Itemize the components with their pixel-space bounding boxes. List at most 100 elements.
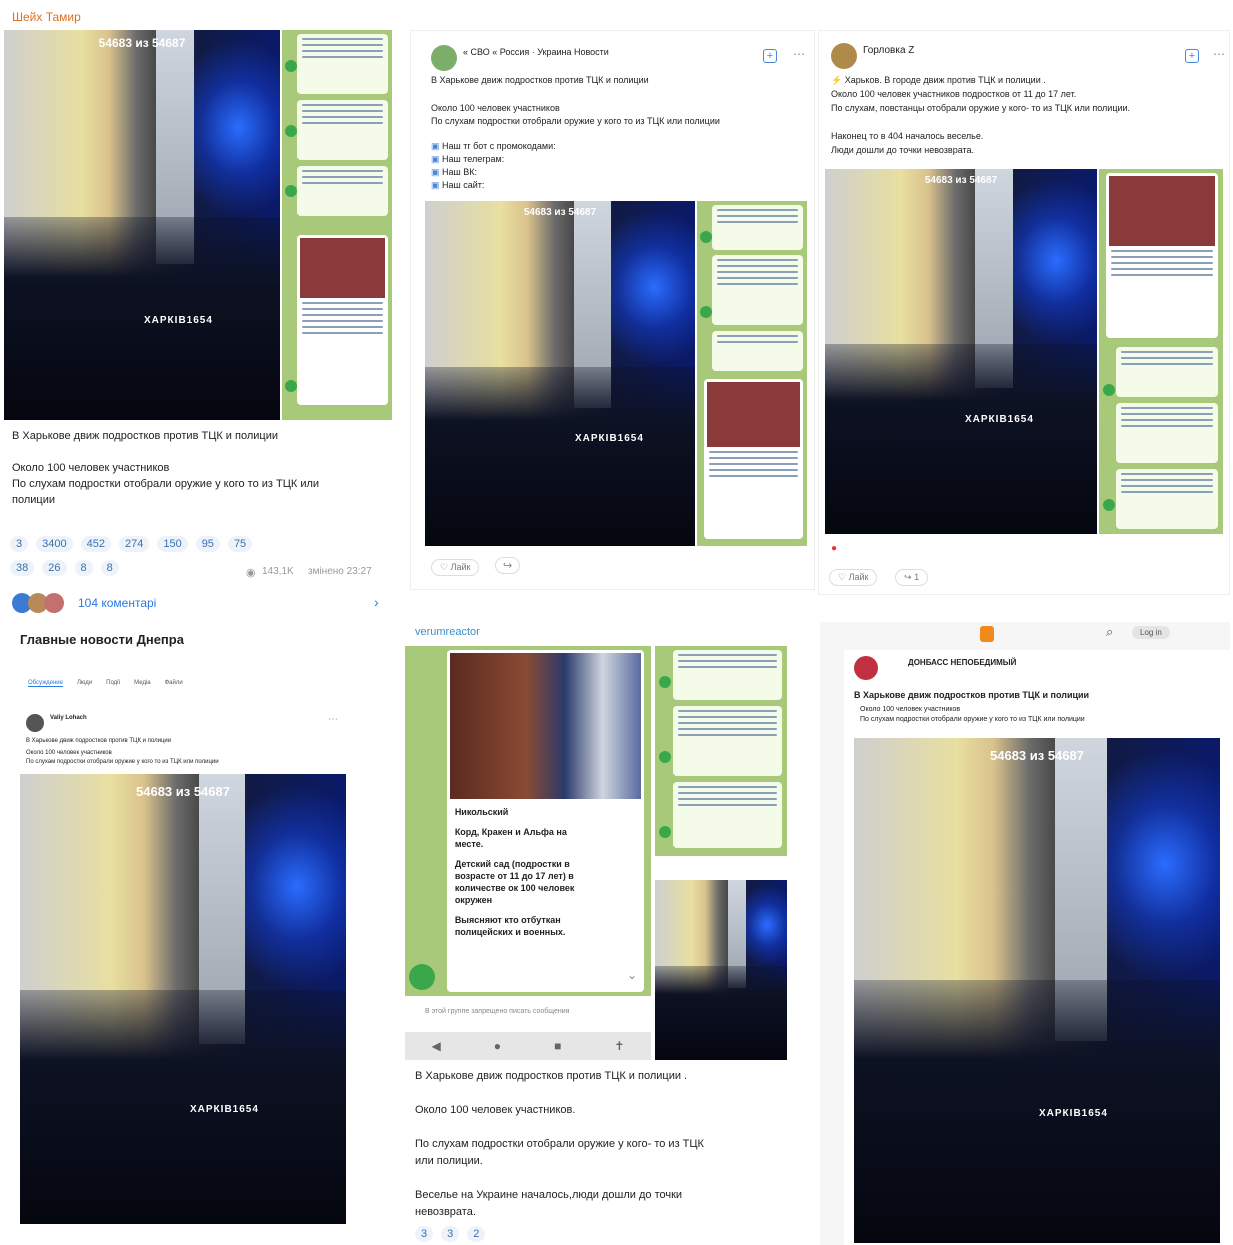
reaction-button[interactable]: 26 (42, 560, 67, 576)
post-line: По слухам подростки отобрали оружие у ко… (12, 478, 320, 490)
chat-screenshot: Никольский Корд, Кракен и Альфа на месте… (405, 646, 651, 996)
reaction-button[interactable]: 3 (10, 536, 29, 552)
like-button[interactable]: ♡ Лайк (431, 559, 480, 576)
more-icon[interactable]: ⋯ (793, 47, 805, 61)
heart-icon: ● (831, 543, 838, 554)
login-button[interactable]: Log in (1132, 626, 1170, 639)
photo-counter: 54683 из 54687 (523, 207, 597, 218)
add-icon[interactable]: + (763, 49, 777, 63)
tab[interactable]: Файли (165, 680, 183, 687)
like-button[interactable]: ♡ Лайк (829, 569, 878, 586)
photo-counter: 54683 из 54687 (98, 36, 186, 50)
commenter-avatars (12, 593, 68, 613)
share-icon[interactable]: ↪ (495, 557, 521, 574)
chat-line: окружен (454, 895, 493, 905)
tab[interactable]: Люди (77, 680, 92, 687)
channel-name[interactable]: « СВО « Россия · Украина Новости (463, 47, 609, 57)
post-panel-1: Шейх Тамир 54683 из 54687 ХАРКІВ1654 В Х… (0, 0, 400, 620)
post-line: В Харькове движ подростков против ТЦК и … (415, 1070, 688, 1082)
pin-icon[interactable]: ✝ (614, 1039, 624, 1053)
chat-message: Никольский Корд, Кракен и Альфа на месте… (446, 650, 644, 992)
link-label[interactable]: Наш тг бот с промокодами: (442, 141, 556, 151)
reaction-button[interactable]: 3400 (36, 536, 73, 552)
group-title[interactable]: Главные новости Днепра (20, 632, 184, 647)
link-label[interactable]: Наш ВК: (442, 167, 477, 177)
post-panel-2: « СВО « Россия · Украина Новости + ⋯ В Х… (410, 30, 815, 590)
author-name[interactable]: Valiy Lohach (50, 715, 87, 721)
photo-watermark: ХАРКІВ1654 (1039, 1108, 1108, 1119)
tab[interactable]: Обсуждение (28, 680, 63, 687)
avatar[interactable] (431, 45, 457, 71)
author-name[interactable]: Горловка Z (863, 45, 914, 56)
add-icon[interactable]: + (1185, 49, 1199, 63)
post-line: По слухам, повстанцы отобрали оружие у к… (831, 103, 1131, 113)
avatar[interactable] (26, 714, 44, 732)
post-line: По слухам подростки отобрали оружие у ко… (431, 116, 720, 126)
chevron-right-icon[interactable]: › (374, 594, 379, 610)
reaction-button[interactable]: 3 (415, 1226, 434, 1242)
photo-watermark: ХАРКІВ1654 (575, 433, 644, 444)
reaction-button[interactable]: 452 (80, 536, 111, 552)
reactions-row: 38 26 8 8 (10, 560, 230, 576)
reaction-button[interactable]: 2 (467, 1226, 486, 1242)
chat-screenshot (1099, 169, 1223, 534)
chat-screenshot (655, 646, 787, 856)
reaction-button[interactable]: 3 (441, 1226, 460, 1242)
share-button[interactable]: ↪ 1 (895, 569, 929, 586)
avatar[interactable] (854, 656, 878, 680)
chat-line: месте. (454, 839, 484, 849)
recents-icon[interactable]: ■ (554, 1039, 561, 1053)
post-card: ДОНБАСС НЕПОБЕДИМЫЙ В Харькове движ подр… (844, 650, 1230, 1245)
post-line: Около 100 человек участников (12, 462, 170, 474)
ok-logo-icon[interactable] (980, 626, 994, 642)
eye-icon: ◉ (246, 567, 256, 579)
comments-link[interactable]: 104 коментарі (78, 596, 156, 610)
tab[interactable]: Події (106, 680, 120, 687)
avatar[interactable] (831, 43, 857, 69)
post-photo[interactable]: 54683 из 54687 ХАРКІВ1654 (825, 169, 1097, 534)
author-name[interactable]: ДОНБАСС НЕПОБЕДИМЫЙ (908, 658, 1016, 667)
post-photo[interactable]: 54683 из 54687 ХАРКІВ1654 (854, 738, 1220, 1243)
link-label[interactable]: Наш сайт: (442, 180, 484, 190)
more-icon[interactable]: ⋯ (328, 714, 338, 725)
post-headline: В Харькове движ подростков против ТЦК и … (431, 75, 649, 85)
view-count: 143,1K (262, 566, 294, 577)
link-label[interactable]: Наш телеграм: (442, 154, 504, 164)
post-photo[interactable] (655, 880, 787, 1060)
chevron-down-icon[interactable]: ⌄ (621, 964, 643, 986)
home-icon[interactable]: ● (494, 1039, 501, 1053)
channel-avatar (409, 964, 435, 990)
channel-name[interactable]: verumreactor (415, 626, 480, 638)
reaction-button[interactable]: 38 (10, 560, 35, 576)
reaction-button[interactable]: 8 (100, 560, 119, 576)
post-line: По слухам подростки отобрали оружие у ко… (26, 759, 219, 765)
post-photo[interactable]: 54683 из 54687 ХАРКІВ1654 (4, 30, 280, 420)
more-icon[interactable]: ⋯ (1213, 47, 1225, 61)
reaction-button[interactable]: 75 (227, 536, 253, 552)
tab[interactable]: Медіа (134, 680, 150, 687)
post-panel-3: Горловка Z + ⋯ ⚡ Харьков. В городе движ … (818, 30, 1230, 595)
post-author[interactable]: Шейх Тамир (12, 10, 81, 24)
post-line: Наконец то в 404 началось веселье. (831, 131, 984, 141)
search-icon[interactable]: ⌕ (1106, 624, 1113, 640)
reaction-button[interactable]: 95 (195, 536, 220, 552)
post-photo[interactable]: 54683 из 54687 ХАРКІВ1654 (425, 201, 695, 546)
post-line: В Харькове движ подростков против ТЦК и … (26, 738, 172, 744)
chat-line: количестве ок 100 человек (454, 883, 575, 893)
photo-watermark: ХАРКІВ1654 (190, 1104, 259, 1115)
reaction-button[interactable]: 274 (118, 536, 150, 552)
like-label: Лайк (450, 562, 471, 572)
post-photo[interactable]: 54683 из 54687 ХАРКІВ1654 (20, 774, 346, 1224)
reaction-button[interactable]: 8 (74, 560, 93, 576)
photo-watermark: ХАРКІВ1654 (965, 414, 1034, 425)
share-count: 1 (914, 572, 920, 582)
chat-line: возрасте от 11 до 17 лет) в (454, 871, 574, 881)
post-line: По слухам подростки отобрали оружие у ко… (860, 716, 1085, 723)
nav-bar: ◀ ● ■ ✝ (405, 1032, 651, 1060)
reaction-button[interactable]: 150 (157, 536, 188, 552)
back-icon[interactable]: ◀ (432, 1039, 441, 1053)
post-line: Люди дошли до точки невозврата. (831, 145, 975, 155)
chat-line: Никольский (454, 807, 509, 817)
chat-screenshot (282, 30, 392, 420)
post-line: В Харькове движ подростков против ТЦК и … (12, 430, 278, 442)
